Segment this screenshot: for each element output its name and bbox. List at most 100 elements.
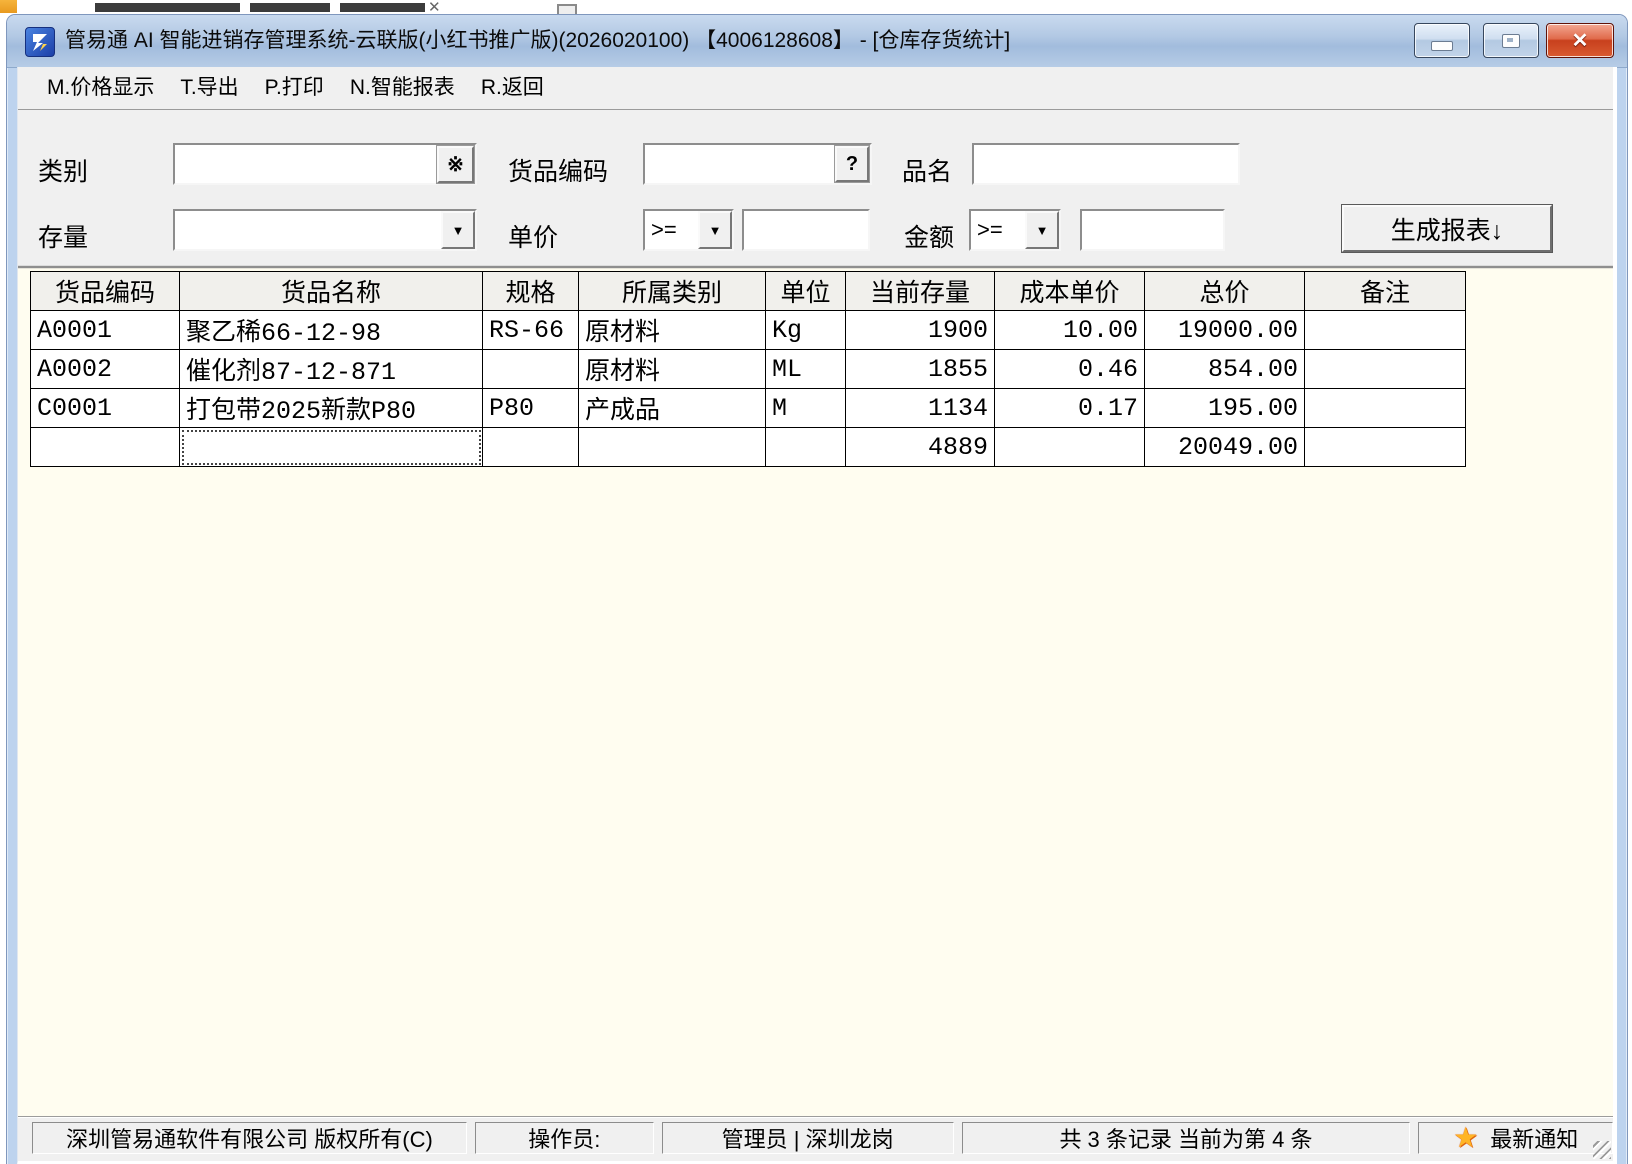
table-cell[interactable]: 4889 [846, 428, 995, 467]
table-cell[interactable]: 催化剂87-12-871 [180, 350, 483, 389]
column-header[interactable]: 备注 [1305, 272, 1466, 311]
title-bar: 管易通 AI 智能进销存管理系统-云联版(小红书推广版)(2026020100)… [7, 15, 1627, 68]
column-header[interactable]: 当前存量 [846, 272, 995, 311]
screen: ✕ 管易通 AI 智能进销存管理系统-云联版(小红书推广版)(202602010… [0, 0, 1632, 1164]
chevron-down-icon[interactable]: ▼ [441, 211, 475, 249]
table-cell[interactable]: A0001 [31, 311, 180, 350]
table-cell[interactable]: 1900 [846, 311, 995, 350]
table-cell[interactable] [995, 428, 1145, 467]
column-header[interactable]: 货品名称 [180, 272, 483, 311]
table-cell[interactable] [180, 428, 483, 467]
status-bar: 深圳管易通软件有限公司 版权所有(C) 操作员: 管理员 | 深圳龙岗 共 3 … [18, 1116, 1613, 1161]
app-icon [25, 27, 55, 57]
column-header[interactable]: 单位 [766, 272, 846, 311]
restore-button[interactable] [1483, 23, 1539, 58]
item-code-lookup-button[interactable]: ? [835, 146, 869, 182]
table-cell[interactable] [579, 428, 766, 467]
unit-price-label: 单价 [508, 218, 558, 254]
table-cell[interactable] [483, 350, 579, 389]
copyright-text: 深圳管易通软件有限公司 版权所有(C) [32, 1122, 467, 1154]
menu-item-price-display[interactable]: M.价格显示 [34, 71, 167, 101]
category-label: 类别 [38, 152, 88, 188]
table-cell[interactable]: 195.00 [1145, 389, 1305, 428]
menu-item-export[interactable]: T.导出 [167, 71, 251, 101]
chevron-down-icon[interactable]: ▼ [1025, 211, 1059, 249]
unit-price-operator-value: >= [645, 211, 698, 249]
table-cell[interactable] [1305, 350, 1466, 389]
amount-operator-value: >= [971, 211, 1025, 249]
category-clear-button[interactable]: ※ [437, 146, 474, 183]
amount-label: 金额 [904, 218, 954, 254]
table-cell[interactable]: 产成品 [579, 389, 766, 428]
column-header[interactable]: 总价 [1145, 272, 1305, 311]
column-header[interactable]: 成本单价 [995, 272, 1145, 311]
clipped-text-fragment [340, 3, 425, 12]
table-row: A0001聚乙稀66-12-98RS-66原材料Kg190010.0019000… [31, 311, 1466, 350]
table-cell[interactable]: 0.46 [995, 350, 1145, 389]
category-input[interactable] [173, 143, 477, 185]
column-header[interactable]: 货品编码 [31, 272, 180, 311]
menu-item-return[interactable]: R.返回 [468, 71, 557, 101]
report-area: 货品编码 货品名称 规格 所属类别 单位 当前存量 成本单价 总价 备注 A00… [18, 267, 1613, 1116]
generate-report-button[interactable]: 生成报表↓ [1342, 205, 1552, 252]
table-cell[interactable]: 20049.00 [1145, 428, 1305, 467]
resize-grip-icon[interactable] [1593, 1141, 1611, 1159]
app-window: 管易通 AI 智能进销存管理系统-云联版(小红书推广版)(2026020100)… [6, 14, 1628, 1164]
table-cell[interactable]: 0.17 [995, 389, 1145, 428]
table-cell[interactable]: 1855 [846, 350, 995, 389]
table-cell[interactable] [1305, 389, 1466, 428]
table-cell[interactable]: 1134 [846, 389, 995, 428]
clipped-text-fragment [250, 3, 330, 12]
close-icon: ✕ [1572, 31, 1589, 51]
table-cell[interactable] [483, 428, 579, 467]
stock-dropdown[interactable]: ▼ [173, 209, 477, 251]
table-cell[interactable] [1305, 428, 1466, 467]
table-cell[interactable]: 854.00 [1145, 350, 1305, 389]
table-cell[interactable]: M [766, 389, 846, 428]
table-cell[interactable] [31, 428, 180, 467]
table-cell[interactable]: Kg [766, 311, 846, 350]
operator-label: 操作员: [475, 1122, 654, 1154]
table-cell[interactable]: C0001 [31, 389, 180, 428]
latest-notice-link[interactable]: ★ 最新通知 [1418, 1122, 1613, 1154]
latest-notice-label: 最新通知 [1490, 1122, 1578, 1154]
clipped-text-fragment [95, 3, 240, 12]
table-cell[interactable]: 10.00 [995, 311, 1145, 350]
table-cell[interactable]: P80 [483, 389, 579, 428]
table-row: A0002催化剂87-12-871 原材料ML18550.46854.00 [31, 350, 1466, 389]
item-code-label: 货品编码 [508, 152, 608, 188]
inventory-table: 货品编码 货品名称 规格 所属类别 单位 当前存量 成本单价 总价 备注 A00… [30, 271, 1466, 467]
amount-operator-dropdown[interactable]: >= ▼ [969, 209, 1061, 251]
table-row: C0001打包带2025新款P80P80产成品M11340.17195.00 [31, 389, 1466, 428]
background-window-corner [0, 0, 19, 13]
table-cell[interactable]: RS-66 [483, 311, 579, 350]
window-title: 管易通 AI 智能进销存管理系统-云联版(小红书推广版)(2026020100)… [65, 15, 1010, 67]
minimize-button[interactable] [1414, 23, 1470, 58]
totals-row: 4889 20049.00 [31, 428, 1466, 467]
record-count-text: 共 3 条记录 当前为第 4 条 [962, 1122, 1411, 1154]
table-cell[interactable]: 19000.00 [1145, 311, 1305, 350]
column-header[interactable]: 所属类别 [579, 272, 766, 311]
table-cell[interactable]: 打包带2025新款P80 [180, 389, 483, 428]
item-name-input[interactable] [972, 143, 1240, 185]
amount-input[interactable] [1080, 209, 1225, 251]
star-icon: ★ [1453, 1124, 1478, 1152]
restore-icon [1502, 34, 1520, 48]
table-cell[interactable]: 原材料 [579, 311, 766, 350]
menu-bar: M.价格显示 T.导出 P.打印 N.智能报表 R.返回 [18, 67, 1613, 104]
chevron-down-icon[interactable]: ▼ [698, 211, 732, 249]
unit-price-operator-dropdown[interactable]: >= ▼ [643, 209, 734, 251]
menu-item-print[interactable]: P.打印 [252, 71, 337, 101]
table-cell[interactable]: A0002 [31, 350, 180, 389]
menu-item-smart-report[interactable]: N.智能报表 [337, 71, 468, 101]
table-cell[interactable]: ML [766, 350, 846, 389]
column-header[interactable]: 规格 [483, 272, 579, 311]
table-cell[interactable]: 聚乙稀66-12-98 [180, 311, 483, 350]
unit-price-input[interactable] [742, 209, 870, 251]
table-cell[interactable] [1305, 311, 1466, 350]
close-button[interactable]: ✕ [1546, 23, 1614, 58]
table-cell[interactable]: 原材料 [579, 350, 766, 389]
table-cell[interactable] [766, 428, 846, 467]
minimize-icon [1431, 41, 1453, 51]
operator-value: 管理员 | 深圳龙岗 [662, 1122, 954, 1154]
